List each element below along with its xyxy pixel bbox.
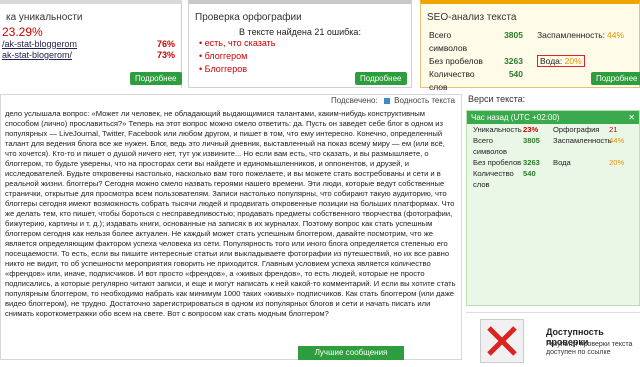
uniqueness-panel: ка уникальности 23.29% /ak-stat-bloggero…	[0, 0, 182, 88]
highlight-label: Подсвечено:	[330, 96, 378, 105]
seo-value: 540	[508, 69, 523, 79]
spelling-more-button[interactable]: Подробнее	[355, 72, 407, 85]
checkbox-icon[interactable]	[383, 97, 390, 104]
ad-image	[480, 319, 524, 363]
seo-value: 3263	[504, 56, 523, 66]
version-label: Уникальность	[473, 125, 522, 134]
spelling-error-item[interactable]: • есть, что сказать	[199, 37, 411, 50]
spelling-title: Проверка орфографии	[195, 12, 302, 23]
match-row: /ak-stat-bloggerom 76%	[0, 39, 181, 50]
version-row: Уникальность 23% Орфография 21	[467, 124, 639, 135]
version-label: Всего символов	[473, 136, 508, 156]
version-label: Вода	[553, 158, 571, 167]
seo-row: Всего символов 3805 Заспамленность: 44%	[421, 29, 639, 55]
version-value: 23%	[523, 125, 539, 134]
ad-text: Результат проверки текста доступен по сс…	[546, 341, 633, 356]
match-percent: 76%	[156, 39, 175, 49]
version-value: 20%	[609, 158, 625, 167]
match-link[interactable]: /ak-stat-bloggerom	[2, 39, 77, 50]
version-row: Всего символов 3805 Заспамленность 44%	[467, 135, 639, 157]
seo-label: Всего символов	[429, 30, 468, 53]
spelling-panel: Проверка орфографии В тексте найдена 21 …	[188, 0, 412, 88]
seo-panel: SEO-анализ текста Всего символов 3805 За…	[420, 0, 640, 92]
best-messages-button[interactable]: Лучшие сообщения	[298, 346, 404, 360]
version-label: Количество слов	[473, 169, 514, 189]
close-icon[interactable]: ✕	[628, 113, 635, 122]
match-percent: 73%	[156, 50, 175, 60]
seo-label: Заспамленность:	[537, 30, 606, 40]
version-value: 3263	[523, 158, 540, 167]
water-label[interactable]: Вода: 20%	[537, 55, 585, 67]
seo-more-button[interactable]: Подробнее	[591, 72, 640, 85]
text-editor[interactable]: Подсвечено: Водность текста дело услышал…	[0, 94, 462, 360]
version-row: Без пробелов 3263 Вода 20%	[467, 157, 639, 168]
spelling-summary: В тексте найдена 21 ошибка:	[239, 27, 361, 37]
highlight-header: Подсвечено: Водность текста	[1, 95, 461, 107]
error-cross-icon	[487, 326, 517, 356]
uniqueness-title: ка уникальности	[6, 12, 83, 23]
version-value: 21	[609, 125, 618, 134]
version-label: Заспамленность	[553, 136, 612, 145]
version-entry-title: Час назад (UTC +02:00)	[471, 113, 560, 122]
seo-title: SEO-анализ текста	[427, 12, 517, 23]
version-label: Без пробелов	[473, 158, 522, 167]
version-entry-header[interactable]: Час назад (UTC +02:00) ✕	[467, 111, 639, 124]
seo-value: 3805	[504, 30, 523, 40]
spelling-error-item[interactable]: • блоггером	[199, 50, 411, 63]
version-label: Орфография	[553, 125, 600, 134]
uniqueness-more-button[interactable]: Подробнее	[130, 72, 182, 85]
version-row: Количество слов 540	[467, 168, 639, 190]
match-link[interactable]: ak-stat-blogerom/	[2, 50, 72, 61]
ad-block[interactable]: Доступность проверки Результат проверки …	[466, 312, 640, 363]
uniqueness-percent: 23.29%	[2, 25, 43, 39]
seo-row: Без пробелов 3263 Вода: 20%	[421, 55, 639, 68]
seo-label: Без пробелов	[429, 56, 483, 66]
seo-label: Вода: 20%	[523, 55, 607, 68]
version-value: 3805	[523, 136, 540, 145]
match-row: ak-stat-blogerom/ 73%	[0, 50, 181, 61]
seo-value: 44%	[607, 30, 625, 40]
versions-panel: Час назад (UTC +02:00) ✕ Уникальность 23…	[466, 110, 640, 306]
editor-text[interactable]: дело услышала вопрос: «Может ли человек,…	[1, 107, 461, 321]
versions-title: Верси текста:	[468, 94, 526, 104]
version-value: 44%	[609, 136, 625, 145]
highlight-option[interactable]: Водность текста	[394, 96, 455, 105]
version-value: 540	[523, 169, 536, 178]
seo-label: Количество слов	[429, 69, 475, 92]
